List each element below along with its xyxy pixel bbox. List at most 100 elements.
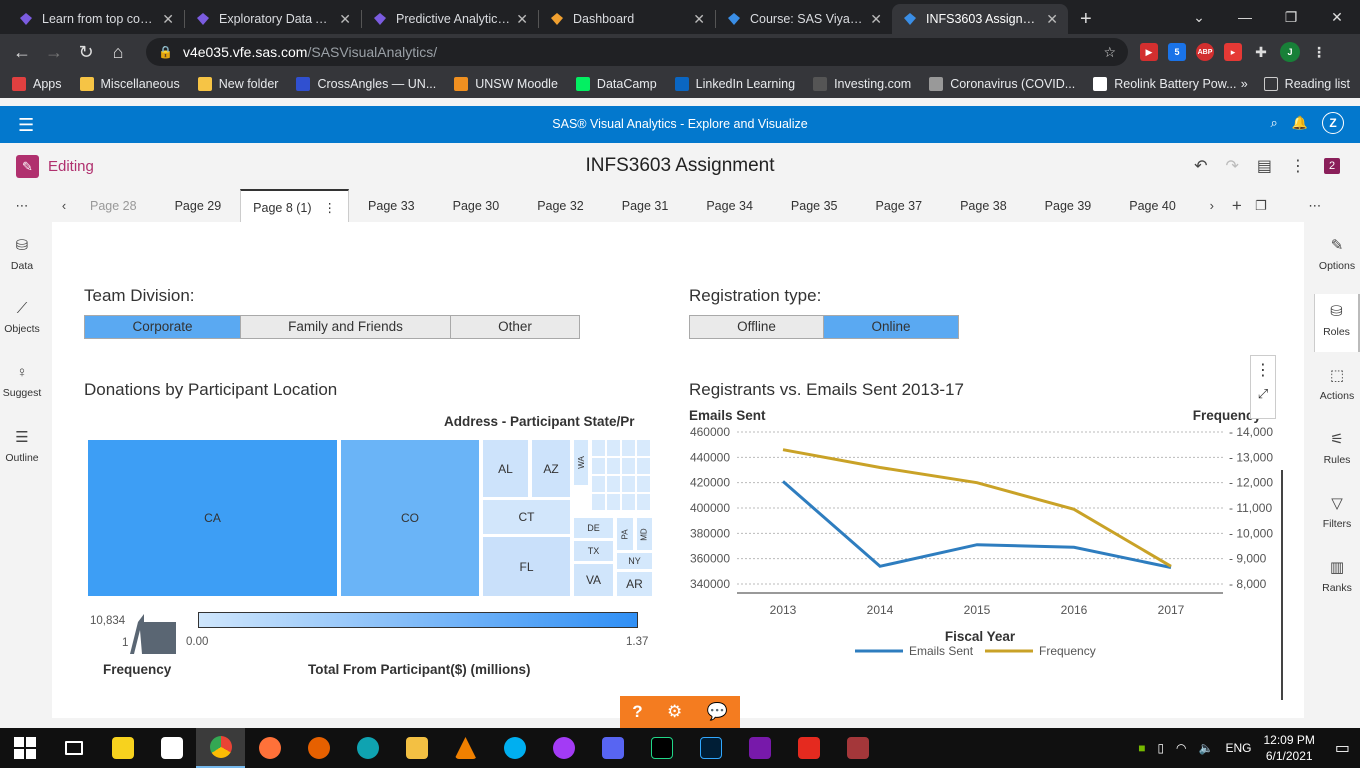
treemap-tile[interactable]: CT <box>483 500 570 534</box>
maximize-canvas-icon[interactable]: ❐ <box>1249 189 1273 222</box>
browser-tab[interactable]: Dashboard ✕ <box>539 4 715 34</box>
home-icon[interactable]: ⌂ <box>102 42 134 63</box>
notification-badge[interactable]: 2 <box>1324 158 1340 174</box>
pycharm-icon[interactable] <box>637 728 686 768</box>
treemap-tile[interactable]: NY <box>617 553 652 569</box>
notification-bell-icon[interactable]: 🔔 <box>1292 115 1308 131</box>
bookmark-item[interactable]: LinkedIn Learning <box>674 77 795 91</box>
bookmark-item[interactable]: DataCamp <box>575 77 657 91</box>
treemap-small-tile[interactable] <box>607 476 620 492</box>
treemap-small-tile[interactable] <box>637 440 650 456</box>
treemap-tile[interactable]: AZ <box>532 440 570 497</box>
browser-tab[interactable]: Course: SAS Viya for ✕ <box>716 4 892 34</box>
new-tab-button[interactable]: + <box>1068 4 1104 34</box>
windows-start-icon[interactable] <box>0 728 49 768</box>
filter-button[interactable]: Other <box>451 315 580 339</box>
help-question-icon[interactable]: ? <box>632 702 642 722</box>
page-tab[interactable]: Page 32 <box>518 189 603 222</box>
page-tab[interactable]: Page 8 (1) ⋮ <box>240 189 350 222</box>
extension-red-icon[interactable]: ▶ <box>1140 43 1158 61</box>
page-tab[interactable]: Page 33 <box>349 189 434 222</box>
vertical-scrollbar[interactable] <box>1281 470 1283 700</box>
tab-search-icon[interactable]: ⌄ <box>1176 9 1222 26</box>
treemap-small-tile[interactable] <box>592 494 605 510</box>
page-tab[interactable]: Page 28 <box>84 189 156 222</box>
scroll-left-chevron-icon[interactable]: ‹ <box>44 189 84 222</box>
redo-icon[interactable]: ↷ <box>1225 156 1238 176</box>
browser-tab[interactable]: Predictive Analytics A ✕ <box>362 4 538 34</box>
treemap-small-tile[interactable] <box>592 458 605 474</box>
treemap-small-tile[interactable] <box>637 476 650 492</box>
close-window-button[interactable]: ✕ <box>1314 9 1360 26</box>
close-tab-icon[interactable]: ✕ <box>516 11 528 28</box>
browser-tab[interactable]: Learn from top comp ✕ <box>8 4 184 34</box>
treemap-small-tile[interactable] <box>637 494 650 510</box>
treemap-small-tile[interactable] <box>622 458 635 474</box>
notifications-icon[interactable]: ▭ <box>1335 738 1350 758</box>
page-tab[interactable]: Page 29 <box>156 189 241 222</box>
user-avatar[interactable]: Z <box>1322 112 1344 134</box>
forward-arrow-icon[interactable]: → <box>38 42 70 63</box>
treemap-small-tile[interactable] <box>622 476 635 492</box>
right-nav-filters[interactable]: ▽ Filters <box>1314 494 1360 544</box>
maximize-object-icon[interactable]: ⤢ <box>1251 386 1275 402</box>
bookmark-item[interactable]: Coronavirus (COVID... <box>929 77 1075 91</box>
treemap-tile[interactable]: MD <box>637 518 652 550</box>
treemap-small-tile[interactable] <box>622 440 635 456</box>
treemap-small-tile[interactable] <box>592 476 605 492</box>
browser-tab[interactable]: Exploratory Data Ana ✕ <box>185 4 361 34</box>
treemap-tile[interactable]: PA <box>617 518 633 550</box>
treemap-tile[interactable]: TX <box>574 541 613 561</box>
page-tab[interactable]: Page 34 <box>687 189 772 222</box>
close-tab-icon[interactable]: ✕ <box>693 11 705 28</box>
treemap-small-tile[interactable] <box>592 440 605 456</box>
bookmark-item[interactable]: CrossAngles — UN... <box>296 77 436 91</box>
treemap-tile[interactable]: FL <box>483 537 570 596</box>
restore-button[interactable]: ❐ <box>1268 9 1314 26</box>
bookmark-item[interactable]: UNSW Moodle <box>454 77 558 91</box>
back-arrow-icon[interactable]: ← <box>6 42 38 63</box>
page-tab[interactable]: Page 31 <box>603 189 688 222</box>
store-icon[interactable] <box>147 728 196 768</box>
filter-button[interactable]: Family and Friends <box>241 315 451 339</box>
treemap-tile[interactable]: CO <box>341 440 479 596</box>
extension-video-icon[interactable]: ▸ <box>1224 43 1242 61</box>
filter-button[interactable]: Corporate <box>84 315 241 339</box>
save-icon[interactable]: ▤ <box>1257 156 1272 176</box>
adblock-icon[interactable]: ABP <box>1196 43 1214 61</box>
firefox-dev-icon[interactable] <box>294 728 343 768</box>
treemap-tile[interactable]: WA <box>574 440 588 485</box>
left-panel-menu-icon[interactable]: ⋯ <box>0 189 44 222</box>
treemap-tile[interactable]: AL <box>483 440 528 497</box>
treemap-tile[interactable]: CA <box>88 440 337 596</box>
treemap-small-tile[interactable] <box>622 494 635 510</box>
chrome-icon[interactable] <box>196 728 245 768</box>
url-input[interactable]: 🔒 v4e035.vfe.sas.com/SASVisualAnalytics/… <box>146 38 1128 66</box>
bookmark-item[interactable]: Miscellaneous <box>79 77 180 91</box>
profile-avatar[interactable]: J <box>1280 42 1300 62</box>
puzzle-icon[interactable]: ✚ <box>1252 43 1270 61</box>
volume-icon[interactable]: 🔈 <box>1199 741 1214 755</box>
treemap-hierarchy-label[interactable]: Address - Participant State/Pr <box>444 414 635 429</box>
close-tab-icon[interactable]: ✕ <box>1046 11 1058 28</box>
bookmark-item[interactable]: Reolink Battery Pow... <box>1093 77 1237 91</box>
treemap-tile[interactable]: AR <box>617 572 652 596</box>
add-page-icon[interactable]: + <box>1225 189 1249 222</box>
bookmark-star-icon[interactable]: ☆ <box>1103 44 1116 61</box>
chat-bubble-icon[interactable]: 💬 <box>707 702 728 722</box>
minimize-button[interactable]: — <box>1222 9 1268 25</box>
close-tab-icon[interactable]: ✕ <box>162 11 174 28</box>
reading-list-button[interactable]: Reading list <box>1263 77 1350 91</box>
clock[interactable]: 12:09 PM 6/1/2021 <box>1264 732 1315 764</box>
close-tab-icon[interactable]: ✕ <box>870 11 882 28</box>
page-tab[interactable]: Page 40 <box>1110 189 1195 222</box>
left-nav-objects[interactable]: ⟋ Objects <box>0 300 44 350</box>
nvidia-icon[interactable]: ■ <box>1138 741 1145 755</box>
filter-button[interactable]: Offline <box>689 315 824 339</box>
sticky-notes-icon[interactable] <box>98 728 147 768</box>
task-view-icon[interactable] <box>49 728 98 768</box>
skype-icon[interactable] <box>490 728 539 768</box>
object-menu-icon[interactable]: ⋮ <box>1251 360 1275 380</box>
filter-button[interactable]: Online <box>824 315 959 339</box>
battery-icon[interactable]: ▯ <box>1157 741 1164 755</box>
